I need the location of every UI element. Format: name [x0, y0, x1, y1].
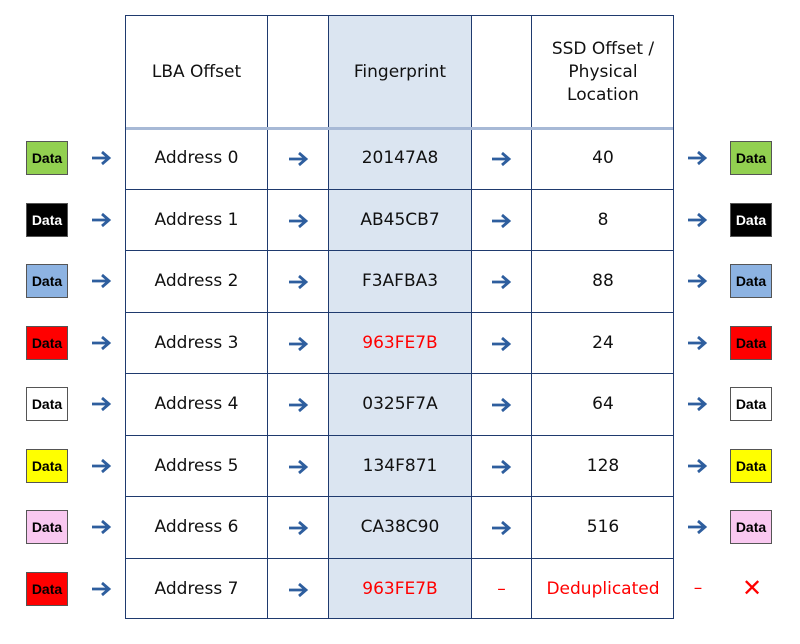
arrow-icon — [287, 274, 309, 290]
fingerprint-value: AB45CB7 — [360, 209, 440, 230]
arrow-icon — [90, 150, 112, 166]
arrow-icon — [686, 519, 708, 535]
dedup-table: LBA Offset Fingerprint SSD Offset / Phys… — [125, 15, 674, 619]
fingerprint-value: F3AFBA3 — [361, 271, 439, 291]
data-block-in: Data — [26, 571, 68, 606]
arrow-icon — [287, 582, 309, 598]
arrow-icon — [686, 273, 708, 289]
arrow-icon — [90, 212, 112, 228]
lba-address: Address 6 — [154, 517, 239, 537]
arrow-icon — [90, 273, 112, 289]
arrow-icon — [686, 458, 708, 474]
dash: – — [693, 578, 703, 598]
ssd-location: 64 — [592, 394, 614, 414]
arrow-icon — [490, 459, 512, 475]
data-block-out: Data — [730, 448, 772, 483]
data-block-out: Data — [730, 325, 772, 360]
arrow-icon — [90, 581, 112, 597]
arrow-icon — [287, 336, 309, 352]
ssd-location: 128 — [586, 455, 620, 476]
lba-address: Address 3 — [154, 332, 239, 353]
data-block-in: Data — [26, 325, 68, 360]
data-block-in: Data — [26, 387, 68, 421]
dash: – — [497, 578, 506, 599]
ssd-location: 40 — [592, 148, 614, 168]
fingerprint-value: 134F871 — [362, 455, 438, 476]
fingerprint-value: 963FE7B — [362, 332, 438, 353]
lba-address: Address 7 — [154, 578, 239, 599]
header-ssd-offset: SSD Offset / Physical Location — [551, 38, 655, 105]
data-block-out: Data — [730, 387, 772, 421]
data-block-in: Data — [26, 141, 68, 175]
arrow-icon — [90, 335, 112, 351]
data-block-in: Data — [26, 448, 68, 483]
arrow-icon — [686, 212, 708, 228]
fingerprint-value: 963FE7B — [362, 578, 438, 599]
fingerprint-value: CA38C90 — [360, 517, 440, 537]
arrow-icon — [686, 150, 708, 166]
arrow-icon — [490, 336, 512, 352]
arrow-icon — [490, 520, 512, 536]
arrow-icon — [686, 396, 708, 412]
arrow-icon — [686, 335, 708, 351]
lba-address: Address 0 — [154, 148, 239, 168]
arrow-icon — [287, 213, 309, 229]
ssd-location: 8 — [597, 209, 609, 230]
data-block-in: Data — [26, 264, 68, 298]
arrow-icon — [287, 397, 309, 413]
data-block-in: Data — [26, 510, 68, 544]
ssd-location: 88 — [592, 271, 614, 291]
ssd-location: 516 — [586, 517, 620, 537]
data-block-out: Data — [730, 264, 772, 298]
divider — [267, 16, 268, 618]
data-block-out: Data — [730, 510, 772, 544]
data-block-in: Data — [26, 202, 68, 237]
data-block-out: Data — [730, 141, 772, 175]
lba-address: Address 1 — [154, 209, 239, 230]
arrow-icon — [490, 213, 512, 229]
arrow-icon — [490, 151, 512, 167]
lba-address: Address 5 — [154, 455, 239, 476]
lba-address: Address 4 — [154, 394, 239, 414]
arrow-icon — [490, 274, 512, 290]
ssd-location: Deduplicated — [546, 578, 660, 599]
divider — [471, 16, 472, 618]
arrow-icon — [287, 459, 309, 475]
header-fingerprint: Fingerprint — [353, 61, 447, 82]
arrow-icon — [490, 397, 512, 413]
lba-address: Address 2 — [154, 271, 239, 291]
ssd-location: 24 — [592, 332, 614, 353]
data-block-out: Data — [730, 202, 772, 237]
fingerprint-value: 0325F7A — [362, 394, 438, 414]
arrow-icon — [287, 520, 309, 536]
arrow-icon — [90, 396, 112, 412]
arrow-icon — [90, 458, 112, 474]
arrow-icon — [90, 519, 112, 535]
header-lba-offset: LBA Offset — [151, 61, 242, 82]
cross-icon: ✕ — [741, 574, 763, 602]
fingerprint-value: 20147A8 — [361, 148, 439, 168]
arrow-icon — [287, 151, 309, 167]
